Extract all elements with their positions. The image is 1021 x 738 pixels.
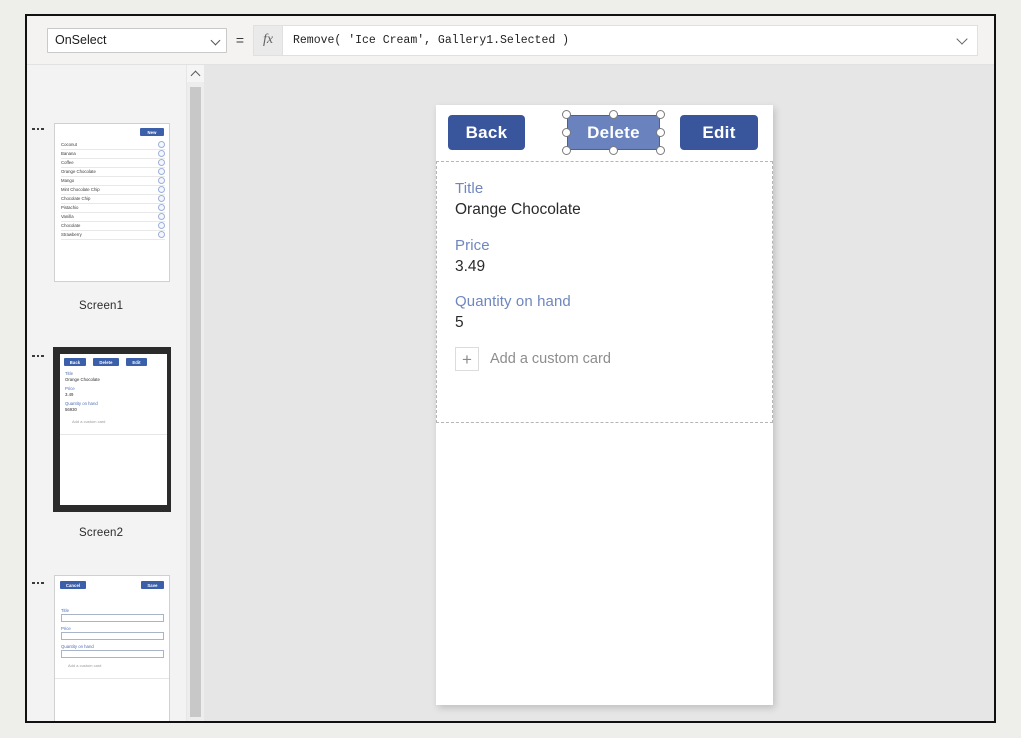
mini-field-label: Quantity on hand [61,644,94,649]
fx-icon: fx [253,24,282,56]
formula-bar: OnSelect = fx Remove( 'Ice Cream', Galle… [27,16,994,65]
screens-thumbnail-panel: New Coconut Banana Coffee Orange Chocola… [27,65,186,721]
chevron-right-icon [158,141,165,148]
mini-item-label: Vanilla [61,214,74,219]
ellipsis-icon[interactable] [29,577,47,589]
mini-new-button: New [140,128,164,136]
field-label: Quantity on hand [455,293,571,310]
design-canvas[interactable]: Back Delete Edit Title Orange Chocolate … [204,65,994,721]
chevron-down-icon [211,35,222,46]
chevron-right-icon [158,168,165,175]
resize-handle-s[interactable] [609,146,618,155]
property-dropdown[interactable]: OnSelect [47,27,227,53]
edit-form[interactable]: Title Orange Chocolate Price 3.49 Quanti… [436,161,773,423]
resize-handle-n[interactable] [609,110,618,119]
mini-item-label: Chocolate [61,223,81,228]
back-button[interactable]: Back [448,115,525,150]
mini-field-label: Price [61,626,71,631]
mini-item-label: Mango [61,178,75,183]
ellipsis-icon[interactable] [29,350,47,362]
mini-field-label: Title [61,608,69,613]
add-custom-card-label: Add a custom card [490,351,611,367]
mini-field-label: Quantity on hand [65,401,98,406]
mini-item-label: Pistachio [61,205,79,210]
mini-field-input [61,650,164,658]
mini-add-card: Add a custom card [68,663,102,668]
delete-button[interactable]: Delete [567,115,660,150]
field-value: 3.49 [455,258,486,275]
resize-handle-se[interactable] [656,146,665,155]
screen-preview-1[interactable]: New Coconut Banana Coffee Orange Chocola… [54,123,170,282]
mini-item-label: Chocolate Chip [61,196,91,201]
screen-name-label: Screen2 [79,527,124,539]
edit-button[interactable]: Edit [680,115,758,150]
mini-field-value: 56930 [65,407,77,412]
field-label: Price [455,237,490,254]
mini-item-label: Orange Chocolate [61,169,96,174]
powerapps-studio-window: OnSelect = fx Remove( 'Ice Cream', Galle… [25,14,996,723]
form-field-title[interactable]: Title Orange Chocolate [455,180,581,219]
screen-canvas: Back Delete Edit Title Orange Chocolate … [436,105,773,705]
resize-handle-nw[interactable] [562,110,571,119]
screen-preview-2[interactable]: Back Delete Edit Title Orange Chocolate … [54,348,170,511]
resize-handle-ne[interactable] [656,110,665,119]
property-dropdown-value: OnSelect [55,33,107,47]
chevron-right-icon [158,195,165,202]
mini-field-label: Title [65,371,73,376]
mini-field-label: Price [65,386,75,391]
mini-field-input [61,632,164,640]
screen-preview-3[interactable]: Cancel Save Title Price Quantity on hand… [54,575,170,721]
field-value: Orange Chocolate [455,201,581,218]
chevron-right-icon [158,204,165,211]
mini-field-value: 3.49 [65,392,74,397]
mini-item-label: Mint Chocolate Chip [61,187,100,192]
resize-handle-sw[interactable] [562,146,571,155]
chevron-right-icon [158,159,165,166]
scrollbar-thumb[interactable] [190,87,201,717]
chevron-up-icon[interactable] [187,65,204,82]
mini-item-label: Coconut [61,142,78,147]
formula-text: Remove( 'Ice Cream', Gallery1.Selected ) [293,33,570,47]
plus-icon: + [455,347,479,371]
canvas-button-bar: Back Delete Edit [436,105,773,161]
studio-body: New Coconut Banana Coffee Orange Chocola… [27,65,994,721]
mini-add-card: Add a custom card [72,419,106,424]
chevron-down-icon[interactable] [957,34,969,46]
chevron-right-icon [158,231,165,238]
mini-divider [60,434,167,435]
resize-handle-e[interactable] [656,128,665,137]
field-label: Title [455,180,484,197]
form-field-price[interactable]: Price 3.49 [455,237,490,276]
mini-item-label: Strawberry [61,232,82,237]
chevron-right-icon [158,150,165,157]
mini-field-input [61,614,164,622]
screen-name-label: Screen1 [79,300,124,312]
mini-cancel-button: Cancel [60,581,86,589]
mini-item-label: Coffee [61,160,74,165]
field-value: 5 [455,314,464,331]
formula-input[interactable]: Remove( 'Ice Cream', Gallery1.Selected ) [282,24,978,56]
mini-divider [55,678,169,679]
mini-item-label: Banana [61,151,76,156]
chevron-right-icon [158,222,165,229]
mini-edit-button: Edit [126,358,147,366]
ellipsis-icon[interactable] [29,123,47,135]
add-custom-card-button[interactable]: + Add a custom card [455,347,611,371]
chevron-right-icon [158,186,165,193]
equals-sign: = [235,32,245,48]
form-field-quantity[interactable]: Quantity on hand 5 [455,293,571,332]
mini-delete-button: Delete [93,358,119,366]
chevron-right-icon [158,177,165,184]
resize-handle-w[interactable] [562,128,571,137]
mini-save-button: Save [141,581,164,589]
mini-back-button: Back [64,358,86,366]
chevron-right-icon [158,213,165,220]
screens-panel-scrollbar[interactable] [186,65,204,721]
mini-field-value: Orange Chocolate [65,377,100,382]
